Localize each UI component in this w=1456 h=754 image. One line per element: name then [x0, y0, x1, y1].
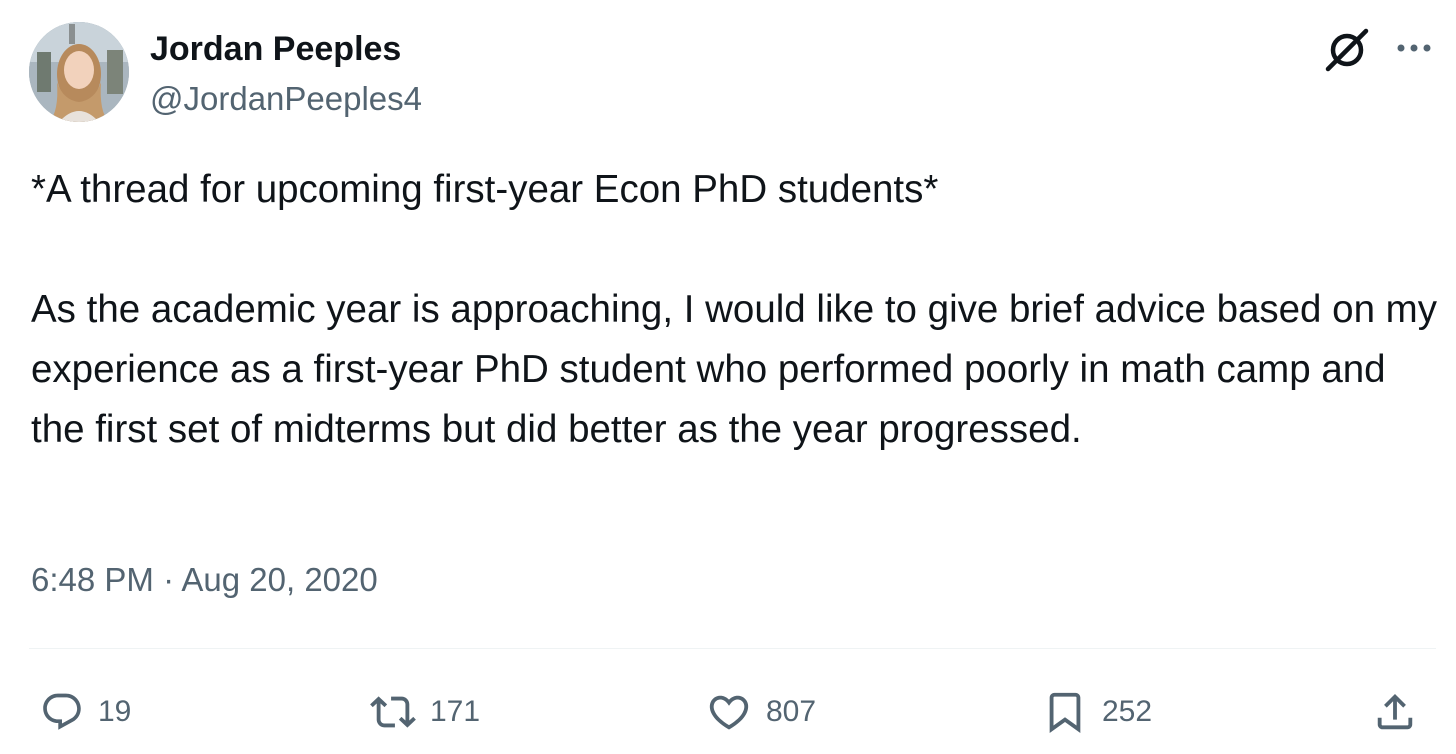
like-count: 807 [766, 695, 817, 728]
bookmark-button[interactable]: 252 [1042, 682, 1152, 742]
share-icon [1377, 693, 1413, 730]
heart-icon [709, 695, 749, 730]
like-button[interactable]: 807 [706, 682, 816, 742]
user-handle[interactable]: @JordanPeeples4 [150, 78, 422, 120]
retweet-icon [370, 696, 416, 728]
divider [29, 648, 1436, 649]
reply-icon [43, 693, 81, 730]
display-name[interactable]: Jordan Peeples [150, 28, 401, 70]
reply-count: 19 [98, 695, 132, 728]
reply-button[interactable]: 19 [40, 682, 131, 742]
avatar[interactable] [29, 22, 129, 122]
grok-icon[interactable] [1322, 24, 1372, 74]
bookmark-count: 252 [1102, 695, 1153, 728]
tweet-timestamp[interactable]: 6:48 PM · Aug 20, 2020 [31, 558, 378, 602]
tweet-card: Jordan Peeples @JordanPeeples4 *A thread… [0, 0, 1456, 754]
more-icon[interactable] [1392, 30, 1436, 66]
avatar-photo [29, 22, 129, 122]
tweet-paragraph-2: As the academic year is approaching, I w… [31, 288, 1448, 451]
bookmark-icon [1049, 692, 1081, 733]
share-button[interactable] [1372, 682, 1418, 742]
retweet-button[interactable]: 171 [370, 682, 480, 742]
tweet-paragraph-1: *A thread for upcoming first-year Econ P… [31, 168, 939, 211]
retweet-count: 171 [430, 695, 481, 728]
tweet-text: *A thread for upcoming first-year Econ P… [31, 160, 1441, 460]
